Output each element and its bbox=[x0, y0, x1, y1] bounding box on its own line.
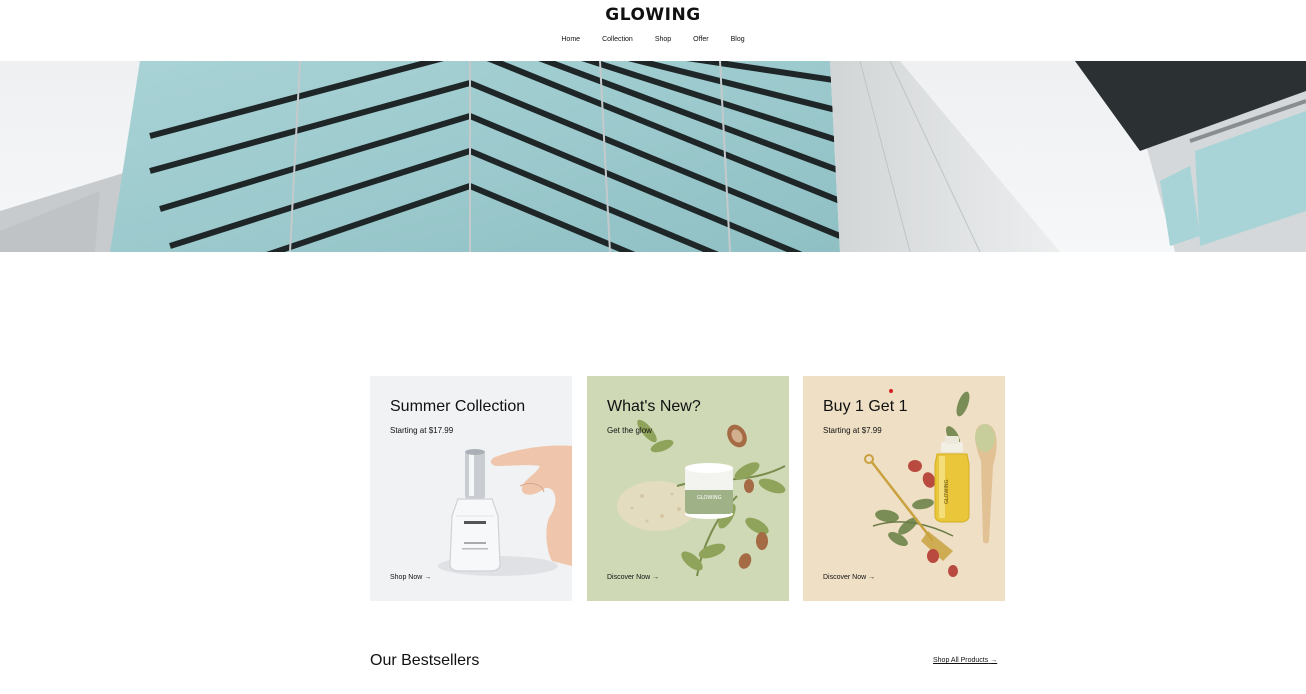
card-title: What's New? bbox=[607, 398, 701, 415]
card-subtitle: Get the glow bbox=[607, 426, 652, 435]
promo-card-whats-new[interactable]: GLOWING What's New? Get the glow Discove… bbox=[587, 376, 789, 601]
promo-cards: Summer Collection Starting at $17.99 Sho… bbox=[370, 376, 1005, 601]
promo-card-buy-one-get-one[interactable]: GLOWING Buy 1 Get 1 Starting at $7.99 Di… bbox=[803, 376, 1005, 601]
shop-all-label: Shop All Products bbox=[933, 657, 989, 664]
bestsellers-title: Our Bestsellers bbox=[370, 652, 480, 669]
nav-item-offer[interactable]: Offer bbox=[682, 36, 719, 43]
discover-now-link[interactable]: Discover Now → bbox=[607, 574, 659, 581]
nav-item-collection[interactable]: Collection bbox=[591, 36, 644, 43]
arrow-right-icon: → bbox=[424, 574, 432, 581]
card-title: Summer Collection bbox=[390, 398, 526, 415]
arrow-right-icon: → bbox=[990, 657, 998, 664]
nav-item-blog[interactable]: Blog bbox=[720, 36, 756, 43]
cursor-dot bbox=[889, 389, 893, 393]
hero-building-image bbox=[0, 61, 1306, 252]
shop-now-link[interactable]: Shop Now → bbox=[390, 574, 431, 581]
nav-item-home[interactable]: Home bbox=[550, 36, 591, 43]
cta-label: Shop Now bbox=[390, 574, 423, 581]
arrow-right-icon: → bbox=[868, 574, 876, 581]
hero-banner bbox=[0, 61, 1306, 252]
card-subtitle: Starting at $17.99 bbox=[390, 426, 454, 435]
cta-label: Discover Now bbox=[823, 574, 867, 581]
arrow-right-icon: → bbox=[652, 574, 660, 581]
discover-now-link[interactable]: Discover Now → bbox=[823, 574, 875, 581]
shop-all-products-link[interactable]: Shop All Products → bbox=[933, 657, 997, 664]
card-subtitle: Starting at $7.99 bbox=[823, 426, 882, 435]
svg-text:GLOWING: GLOWING bbox=[697, 495, 722, 501]
cta-label: Discover Now bbox=[607, 574, 651, 581]
card-title: Buy 1 Get 1 bbox=[823, 398, 908, 415]
main-nav: Home Collection Shop Offer Blog bbox=[0, 36, 1306, 43]
brand-logo[interactable]: GLOWING bbox=[0, 5, 1306, 25]
nav-item-shop[interactable]: Shop bbox=[644, 36, 682, 43]
site-header: GLOWING Home Collection Shop Offer Blog bbox=[0, 0, 1306, 61]
promo-card-summer[interactable]: Summer Collection Starting at $17.99 Sho… bbox=[370, 376, 572, 601]
svg-text:GLOWING: GLOWING bbox=[944, 479, 950, 504]
